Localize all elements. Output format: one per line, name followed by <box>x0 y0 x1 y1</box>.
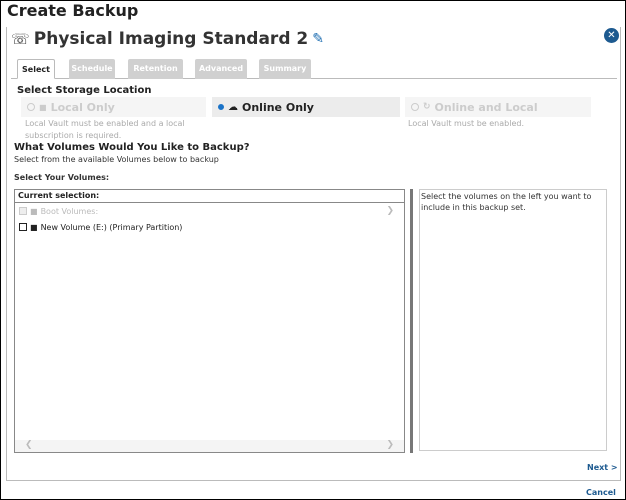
volumes-subtitle: Select from the available Volumes below … <box>14 155 219 164</box>
page-title-text: Physical Imaging Standard 2 <box>33 29 309 49</box>
tab-retention[interactable]: Retention <box>128 59 183 79</box>
option-online-and-local[interactable]: ↻ Online and Local <box>405 97 591 117</box>
tab-select[interactable]: Select <box>17 59 55 79</box>
window-title: Create Backup <box>7 1 139 20</box>
radio-online-only[interactable] <box>218 104 224 110</box>
checkbox[interactable] <box>19 207 27 215</box>
info-panel: Select the volumes on the left you want … <box>419 189 607 451</box>
radio-online-and-local[interactable] <box>411 103 419 111</box>
option-local-only[interactable]: ■ Local Only <box>21 97 206 117</box>
scroll-right-icon[interactable]: ❯ <box>386 440 394 450</box>
volume-list: Current selection: ■ Boot Volumes: ❯ ■ N… <box>14 189 405 453</box>
online-and-local-note: Local Vault must be enabled. <box>408 119 524 128</box>
tab-advanced[interactable]: Advanced <box>195 59 247 79</box>
page-title: ☏ Physical Imaging Standard 2 ✎ <box>11 29 324 49</box>
local-drive-icon: ■ <box>39 102 47 112</box>
next-button[interactable]: Next > <box>587 463 618 472</box>
close-icon[interactable]: ✕ <box>604 28 619 43</box>
pencil-icon[interactable]: ✎ <box>312 31 324 47</box>
scroll-left-icon[interactable]: ❮ <box>25 440 33 450</box>
checkbox[interactable] <box>19 223 27 231</box>
list-header: Current selection: <box>15 190 404 203</box>
radio-local-only[interactable] <box>27 103 35 111</box>
drive-icon: ■ <box>30 206 38 216</box>
list-item-new-volume[interactable]: ■ New Volume (E:) (Primary Partition) <box>15 219 404 235</box>
select-volumes-label: Select Your Volumes: <box>14 173 110 182</box>
cloud-icon: ☁ <box>228 101 238 113</box>
drive-icon: ■ <box>30 222 38 232</box>
tab-summary[interactable]: Summary <box>259 59 311 79</box>
tab-schedule[interactable]: Schedule <box>69 59 115 79</box>
chevron-right-icon[interactable]: ❯ <box>386 206 394 216</box>
tab-bar: Select Schedule Retention Advanced Summa… <box>11 59 617 79</box>
cancel-button[interactable]: Cancel <box>586 488 616 497</box>
cloud-local-icon: ↻ <box>423 102 431 112</box>
horizontal-scrollbar[interactable]: ❮ ❯ <box>15 440 404 452</box>
option-online-only[interactable]: ☁ Online Only <box>212 97 400 117</box>
storage-title: Select Storage Location <box>17 85 152 96</box>
list-item-boot-volumes[interactable]: ■ Boot Volumes: ❯ <box>15 203 404 219</box>
volumes-title: What Volumes Would You Like to Backup? <box>14 142 250 153</box>
server-icon: ☏ <box>11 30 30 48</box>
splitter-handle[interactable] <box>410 189 413 453</box>
local-only-note: Local Vault must be enabled and a local … <box>25 119 185 140</box>
